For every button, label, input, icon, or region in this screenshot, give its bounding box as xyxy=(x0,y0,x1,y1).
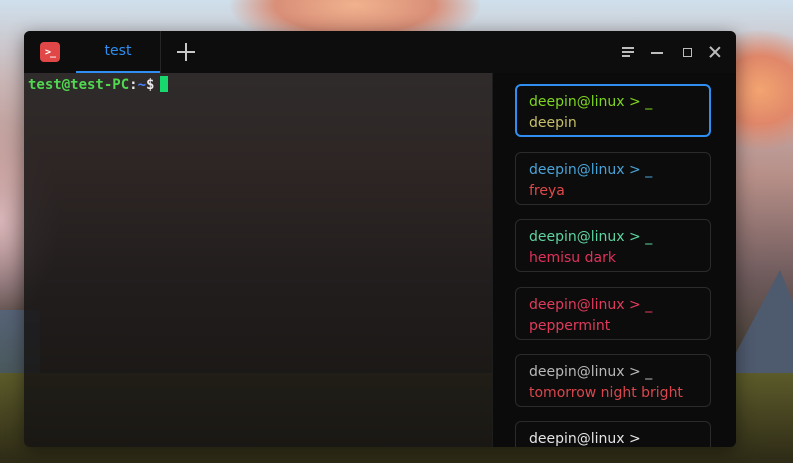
theme-name: hemisu dark xyxy=(529,250,616,266)
theme-preview-prompt: deepin@linux > xyxy=(529,431,641,447)
theme-preview-prompt: deepin@linux > _ xyxy=(529,229,653,245)
title-bar[interactable]: >_ test xyxy=(24,31,736,73)
theme-card-tomorrow-night-bright[interactable]: deepin@linux > _ tomorrow night bright xyxy=(515,354,711,407)
theme-name: tomorrow night bright xyxy=(529,385,683,401)
theme-name: peppermint xyxy=(529,318,611,334)
theme-card-freya[interactable]: deepin@linux > _ freya xyxy=(515,152,711,205)
terminal-window: >_ test test@test-PC:~$ deepin@linux > _… xyxy=(24,31,736,447)
tab-label: test xyxy=(104,43,132,59)
minimize-icon[interactable] xyxy=(649,44,665,60)
menu-icon[interactable] xyxy=(620,44,636,60)
maximize-icon[interactable] xyxy=(679,44,695,60)
theme-preview-prompt: deepin@linux > _ xyxy=(529,94,653,110)
prompt-user-host: test@test-PC xyxy=(28,77,130,93)
tab-test[interactable]: test xyxy=(76,31,160,73)
theme-preview-prompt: deepin@linux > _ xyxy=(529,364,653,380)
terminal-area[interactable]: test@test-PC:~$ xyxy=(24,73,492,447)
theme-name: deepin xyxy=(529,115,577,131)
theme-panel[interactable]: deepin@linux > _ deepin deepin@linux > _… xyxy=(492,73,736,447)
shell-prompt: test@test-PC:~$ xyxy=(28,76,169,93)
theme-name: freya xyxy=(529,183,565,199)
prompt-colon: : xyxy=(129,77,138,93)
add-tab-icon[interactable] xyxy=(176,42,196,62)
theme-card-deepin[interactable]: deepin@linux > _ deepin xyxy=(515,84,711,137)
theme-card-partial[interactable]: deepin@linux > xyxy=(515,421,711,447)
theme-card-peppermint[interactable]: deepin@linux > _ peppermint xyxy=(515,287,711,340)
terminal-app-icon: >_ xyxy=(40,42,60,62)
prompt-path: ~ xyxy=(137,77,147,93)
text-cursor xyxy=(160,76,169,92)
theme-preview-prompt: deepin@linux > _ xyxy=(529,297,653,313)
prompt-dollar: $ xyxy=(146,77,155,93)
theme-card-hemisu-dark[interactable]: deepin@linux > _ hemisu dark xyxy=(515,219,711,272)
close-icon[interactable] xyxy=(707,44,723,60)
tab-divider xyxy=(160,31,161,73)
theme-preview-prompt: deepin@linux > _ xyxy=(529,162,653,178)
